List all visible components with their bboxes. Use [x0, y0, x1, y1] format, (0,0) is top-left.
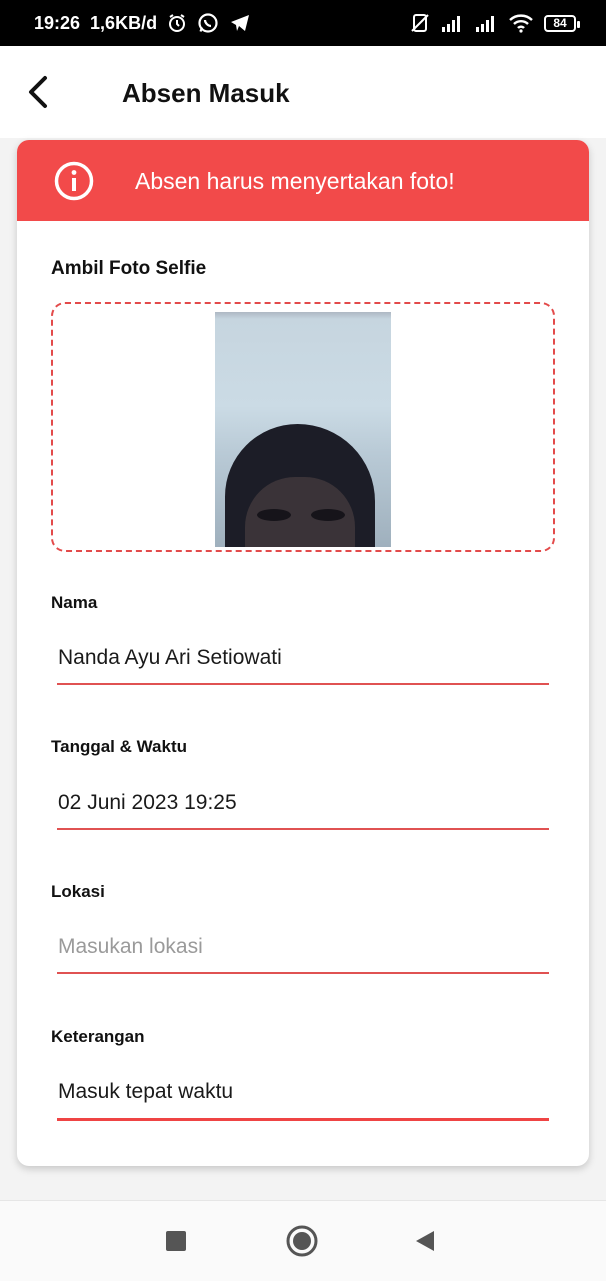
home-button[interactable] [286, 1225, 318, 1262]
lokasi-label: Lokasi [51, 882, 105, 901]
home-circle-icon [286, 1225, 318, 1257]
selfie-photo [215, 312, 391, 547]
no-sim-icon [410, 13, 430, 33]
selfie-eye-right [311, 509, 345, 521]
back-triangle-icon [416, 1231, 434, 1251]
status-time: 19:26 [34, 12, 81, 33]
status-left: 19:26 1,6KB/d [34, 12, 251, 34]
lokasi-input[interactable]: Masukan lokasi [58, 935, 203, 959]
nama-input[interactable]: Nanda Ayu Ari Setiowati [58, 646, 282, 670]
alert-banner: Absen harus menyertakan foto! [17, 140, 589, 221]
status-bar: 19:26 1,6KB/d 84 [0, 0, 606, 46]
keterangan-underline [57, 1118, 549, 1121]
system-nav-bar [0, 1200, 606, 1281]
photo-section-label: Ambil Foto Selfie [51, 258, 207, 279]
alert-message: Absen harus menyertakan foto! [135, 168, 455, 194]
selfie-eye-left [257, 509, 291, 521]
info-icon [54, 161, 94, 206]
keterangan-label: Keterangan [51, 1027, 145, 1046]
recents-button[interactable] [165, 1230, 187, 1257]
tanggal-underline [57, 828, 549, 830]
back-button[interactable] [18, 72, 58, 112]
keterangan-input[interactable]: Masuk tepat waktu [58, 1080, 233, 1104]
chevron-left-icon [29, 76, 47, 108]
back-nav-button[interactable] [414, 1229, 436, 1258]
recents-square-icon [166, 1231, 186, 1251]
tanggal-input[interactable]: 02 Juni 2023 19:25 [58, 791, 237, 815]
telegram-icon [229, 13, 251, 33]
nama-label: Nama [51, 593, 98, 612]
battery-icon: 84 [544, 14, 580, 32]
app-bar: Absen Masuk [0, 46, 606, 138]
battery-level: 84 [553, 16, 567, 30]
lokasi-underline [57, 972, 549, 974]
wifi-icon [508, 13, 534, 33]
signal-icon [440, 14, 464, 32]
page-title: Absen Masuk [122, 78, 290, 108]
status-right: 84 [410, 13, 580, 33]
tanggal-label: Tanggal & Waktu [51, 737, 187, 756]
form-card: Absen harus menyertakan foto! Ambil Foto… [17, 140, 589, 1166]
selfie-photo-box[interactable] [51, 302, 555, 552]
signal-icon [474, 14, 498, 32]
nama-underline [57, 683, 549, 685]
alarm-icon [167, 13, 187, 33]
network-speed: 1,6KB/d [90, 12, 158, 33]
whatsapp-icon [197, 12, 219, 34]
